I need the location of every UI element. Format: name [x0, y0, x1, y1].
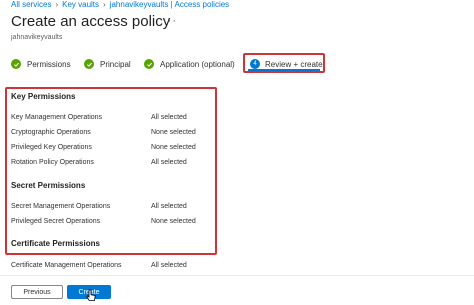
section-title-certificate-permissions: Certificate Permissions	[11, 239, 100, 248]
row-label: Secret Management Operations	[11, 203, 111, 210]
row-label: Privileged Key Operations	[11, 144, 92, 151]
active-step-highlight	[243, 53, 325, 73]
row-label: Rotation Policy Operations	[11, 159, 94, 166]
page-subtitle: jahnavikeyvaults	[11, 34, 63, 41]
tab-label: Permissions	[27, 59, 71, 69]
tab-permissions[interactable]: Permissions	[11, 56, 71, 72]
row-value: None selected	[151, 218, 196, 225]
review-highlight-box	[5, 87, 217, 255]
row-label: Privileged Secret Operations	[11, 218, 101, 225]
tab-principal[interactable]: Principal	[84, 56, 131, 72]
previous-button[interactable]: Previous	[11, 285, 63, 299]
section-title-key-permissions: Key Permissions	[11, 92, 76, 101]
row-value: All selected	[151, 203, 187, 210]
breadcrumb-all-services[interactable]: All services	[11, 0, 51, 9]
row-value: All selected	[151, 262, 187, 269]
breadcrumb: All services › Key vaults › jahnavikeyvaults…	[11, 0, 229, 9]
check-circle-icon	[11, 59, 21, 69]
check-circle-icon	[84, 59, 94, 69]
row-label: Certificate Management Operations	[11, 262, 122, 269]
row-value: None selected	[151, 144, 196, 151]
tab-label: Application (optional)	[160, 59, 235, 69]
row-value: All selected	[151, 114, 187, 121]
tab-label: Principal	[100, 59, 131, 69]
active-tab-underline	[248, 57, 320, 71]
breadcrumb-key-vaults[interactable]: Key vaults	[62, 0, 99, 9]
breadcrumb-separator: ›	[55, 0, 59, 9]
row-value: All selected	[151, 159, 187, 166]
section-title-secret-permissions: Secret Permissions	[11, 181, 86, 190]
row-value: None selected	[151, 129, 196, 136]
row-label: Cryptographic Operations	[11, 129, 91, 136]
row-label: Key Management Operations	[11, 114, 103, 121]
page-title: Create an access policy	[11, 13, 171, 30]
breadcrumb-separator: ›	[103, 0, 106, 9]
breadcrumb-access-policies[interactable]: jahnavikeyvaults | Access policies	[110, 0, 229, 9]
hand-cursor-icon	[86, 289, 96, 301]
check-circle-icon	[144, 59, 154, 69]
footer-divider	[0, 275, 474, 276]
tab-application[interactable]: Application (optional)	[144, 56, 235, 72]
more-options-icon[interactable]: ···	[163, 15, 177, 27]
